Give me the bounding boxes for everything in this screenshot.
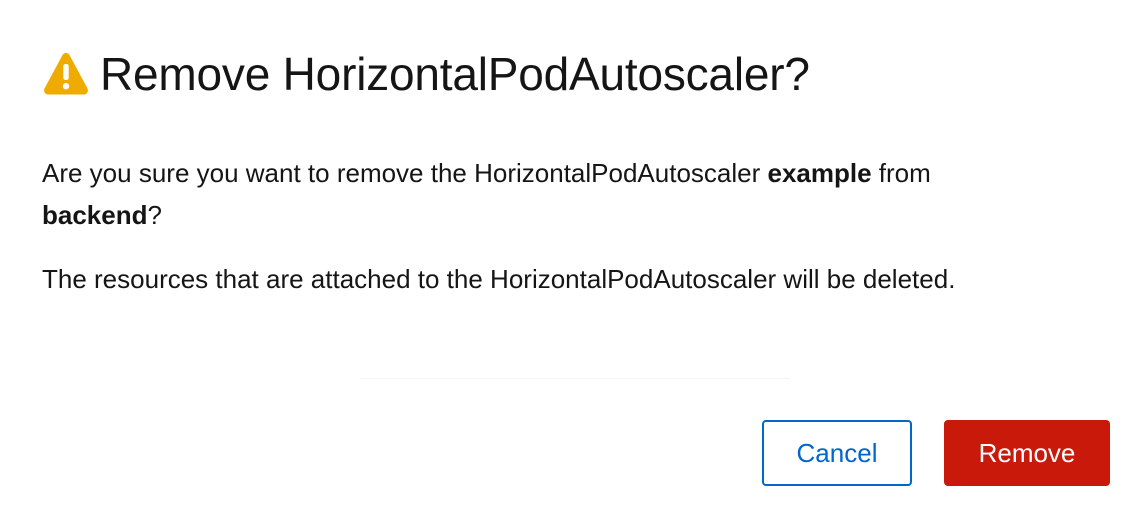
message-text-part2: from — [871, 158, 931, 188]
dialog-body: Are you sure you want to remove the Hori… — [42, 152, 1042, 300]
dialog-header: Remove HorizontalPodAutoscaler? — [42, 44, 810, 104]
cancel-button[interactable]: Cancel — [762, 420, 912, 486]
remove-button[interactable]: Remove — [944, 420, 1110, 486]
message-text-part1: Are you sure you want to remove the Hori… — [42, 158, 768, 188]
message-text-part3: ? — [147, 200, 162, 230]
warning-triangle-icon — [42, 50, 90, 98]
footer-divider — [360, 378, 790, 379]
target-name: backend — [42, 200, 148, 230]
resource-name: example — [767, 158, 872, 188]
deletion-note: The resources that are attached to the H… — [42, 264, 956, 294]
remove-hpa-dialog: Remove HorizontalPodAutoscaler? Are you … — [0, 0, 1144, 528]
dialog-title: Remove HorizontalPodAutoscaler? — [100, 48, 810, 100]
confirmation-message: Are you sure you want to remove the Hori… — [42, 152, 1042, 236]
